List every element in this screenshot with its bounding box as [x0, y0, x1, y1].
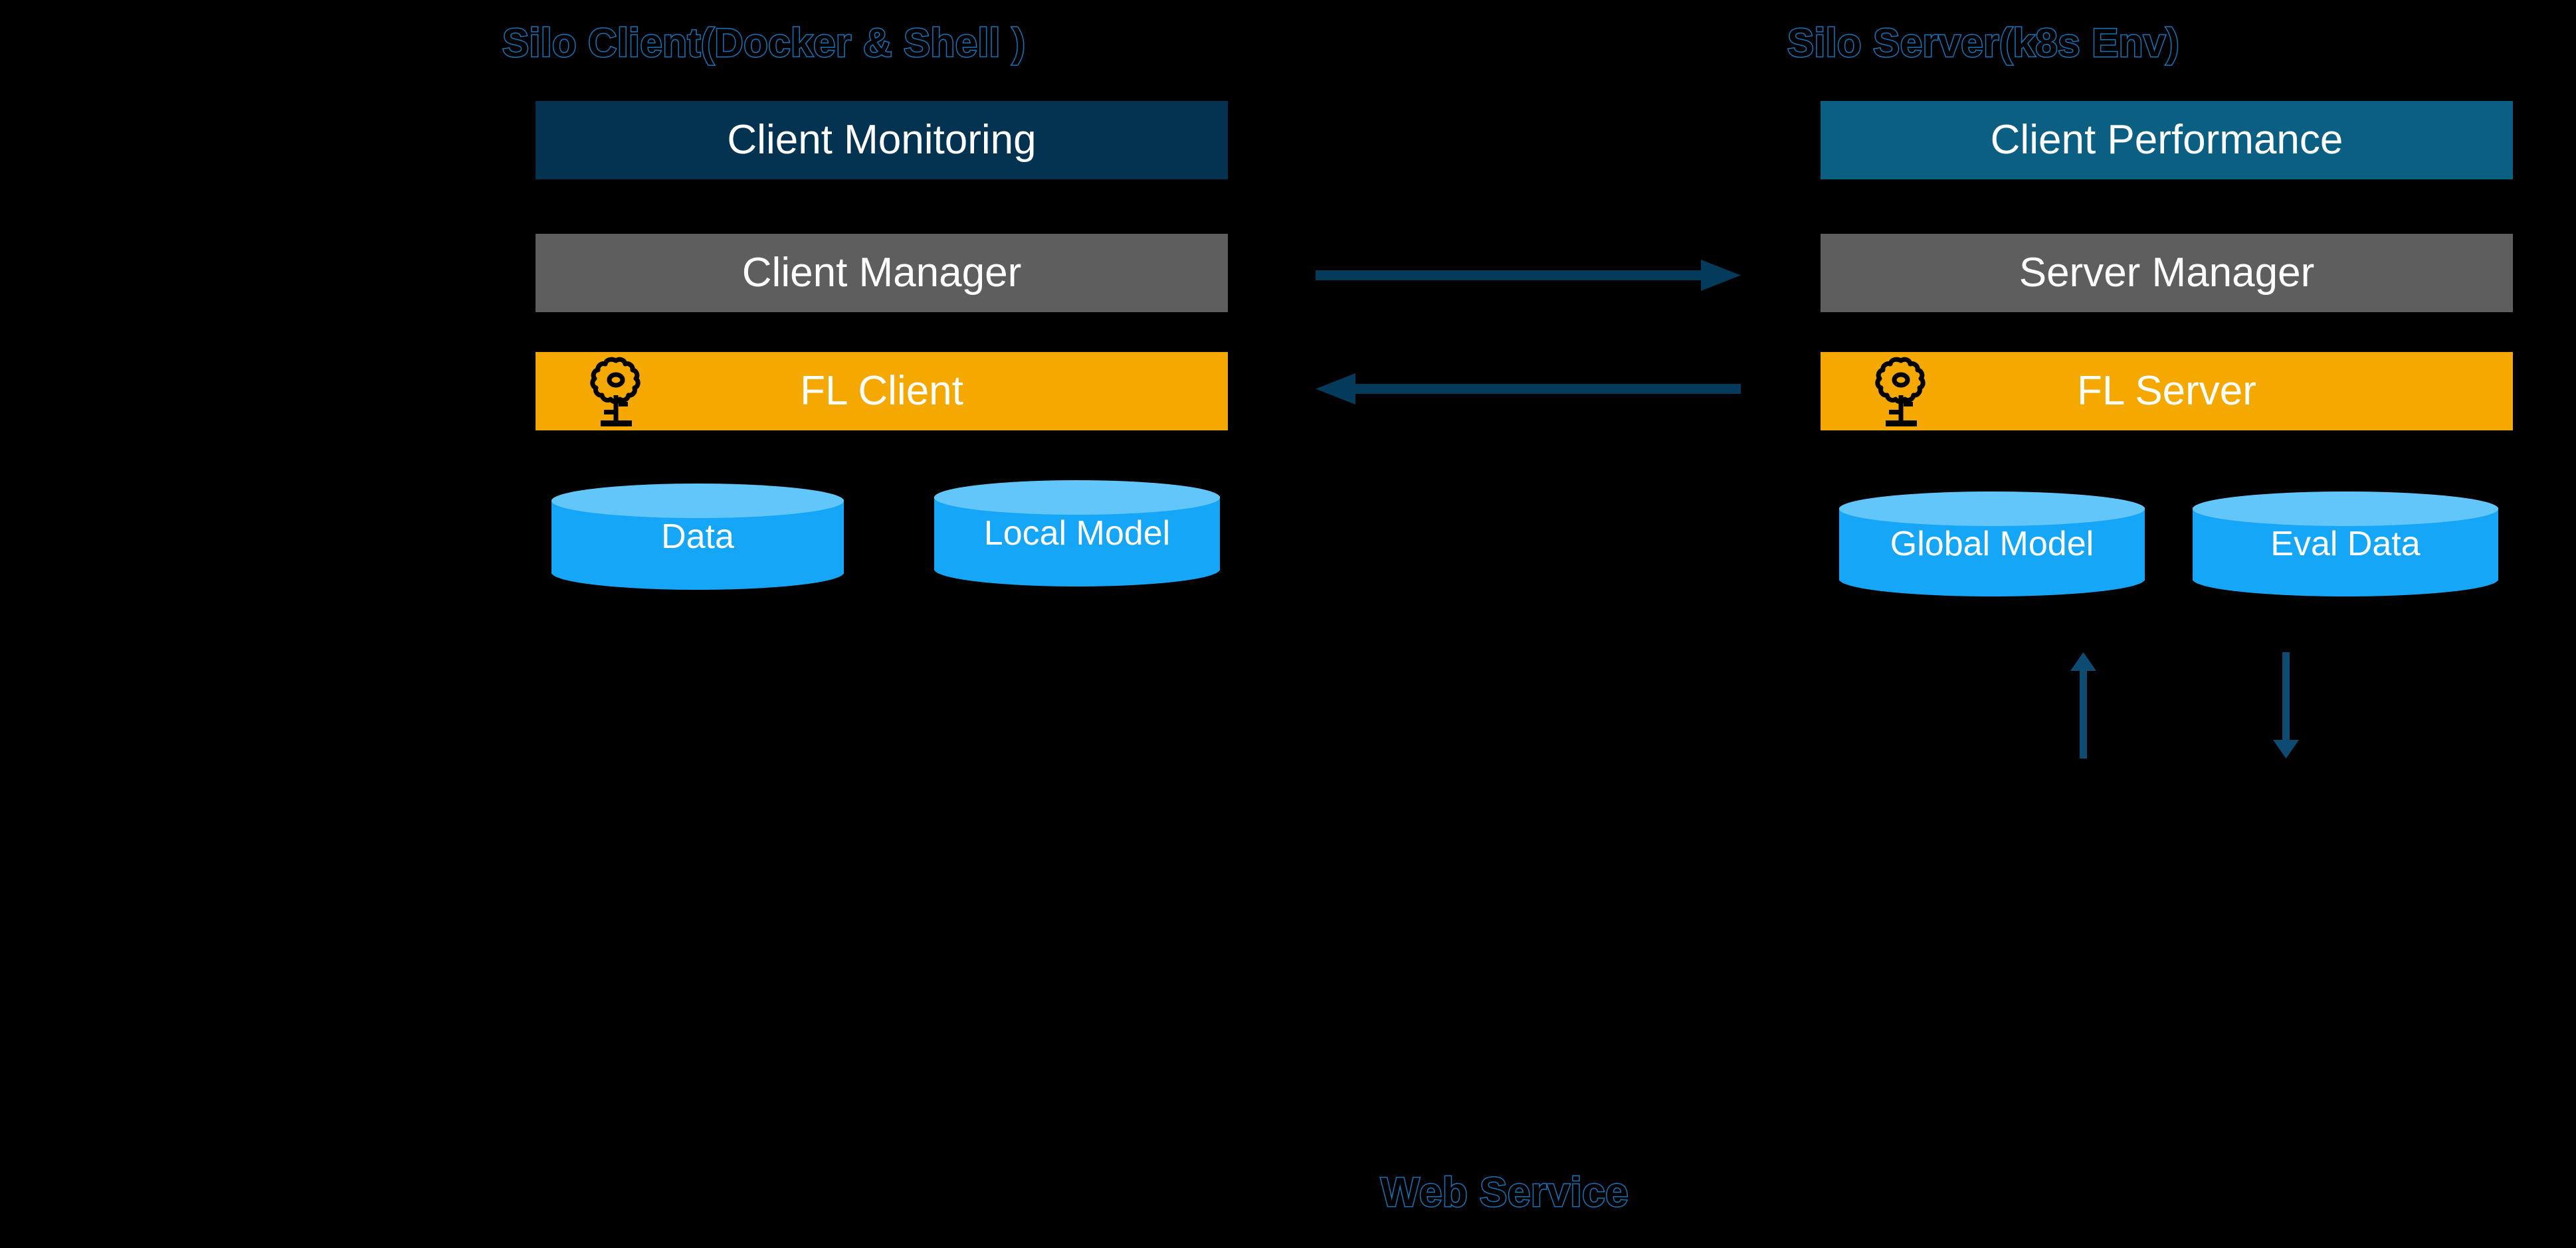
arrow-global-model-up	[2066, 652, 2100, 758]
server-column-title: Silo Server(k8s Env)	[1786, 20, 2180, 66]
store-global-model-label: Global Model	[1890, 525, 2094, 563]
block-client-performance-label: Client Performance	[1990, 117, 2343, 163]
block-fl-server-label: FL Server	[2077, 368, 2256, 414]
arrow-server-to-client	[1316, 369, 1741, 409]
store-eval-data-label: Eval Data	[2270, 525, 2421, 563]
block-client-monitoring-label: Client Monitoring	[727, 117, 1037, 163]
store-global-model[interactable]: Global Model	[1839, 491, 2145, 596]
store-data-label: Data	[661, 517, 734, 556]
client-column-title: Silo Client(Docker & Shell )	[501, 20, 1026, 66]
arrow-eval-data-down	[2269, 652, 2302, 758]
arrow-client-to-server	[1316, 256, 1741, 296]
flower-icon	[1872, 355, 1930, 427]
block-client-manager[interactable]: Client Manager	[536, 234, 1228, 312]
web-service-title: Web Service	[1379, 1169, 1629, 1217]
block-client-manager-label: Client Manager	[742, 250, 1022, 296]
block-server-manager-label: Server Manager	[2019, 250, 2315, 296]
store-local-model-label: Local Model	[983, 514, 1171, 553]
block-fl-client-label: FL Client	[800, 368, 963, 414]
block-client-performance[interactable]: Client Performance	[1821, 101, 2513, 179]
store-data[interactable]: Data	[551, 484, 844, 590]
flower-icon	[587, 355, 644, 427]
store-local-model[interactable]: Local Model	[934, 480, 1220, 586]
store-eval-data[interactable]: Eval Data	[2193, 491, 2498, 596]
block-fl-client[interactable]: FL Client	[536, 352, 1228, 430]
block-fl-server[interactable]: FL Server	[1821, 352, 2513, 430]
block-client-monitoring[interactable]: Client Monitoring	[536, 101, 1228, 179]
block-server-manager[interactable]: Server Manager	[1821, 234, 2513, 312]
diagram-canvas: Silo Client(Docker & Shell ) Silo Server…	[0, 0, 2576, 1248]
